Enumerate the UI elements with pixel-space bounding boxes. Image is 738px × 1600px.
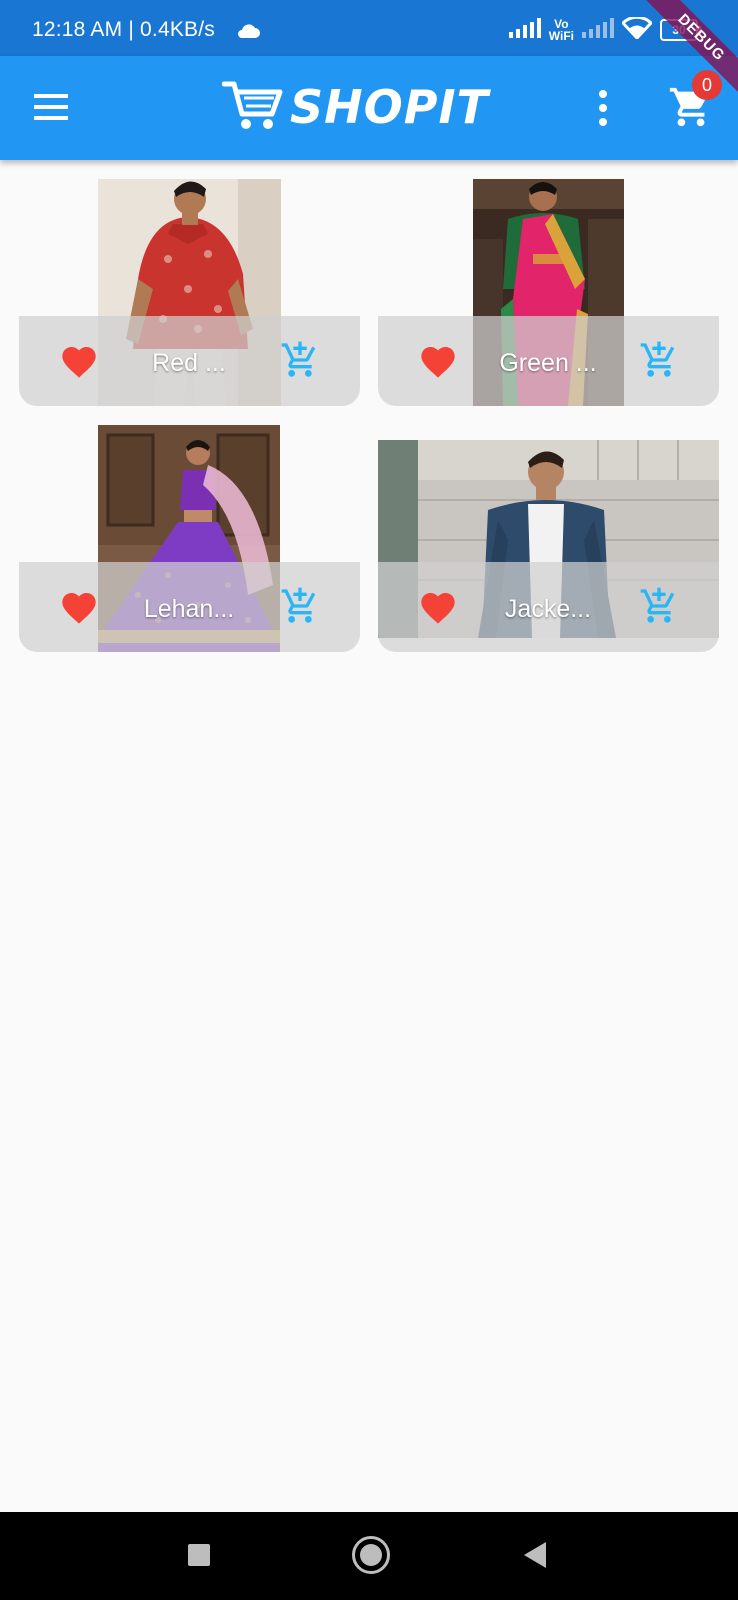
menu-button[interactable]	[34, 92, 70, 124]
add-shopping-cart-icon[interactable]	[639, 586, 679, 626]
more-dot	[599, 118, 607, 126]
more-options-button[interactable]	[594, 88, 612, 128]
product-title: Green ...	[499, 349, 597, 377]
brand: SHOPIT	[221, 74, 489, 140]
status-time: 12:18 AM | 0.4KB/s	[32, 18, 215, 41]
more-dot	[599, 104, 607, 112]
product-card[interactable]: Jacke...	[378, 425, 719, 652]
signal-icon-secondary	[582, 17, 614, 43]
product-title: Jacke...	[504, 595, 592, 623]
heart-icon[interactable]	[59, 588, 99, 628]
menu-icon-line	[34, 116, 68, 120]
product-card[interactable]: Lehan...	[19, 425, 360, 652]
more-dot	[599, 90, 607, 98]
cart-count-badge: 0	[692, 70, 722, 100]
heart-icon[interactable]	[418, 588, 458, 628]
product-card[interactable]: Green ...	[378, 179, 719, 406]
cloud-icon	[236, 24, 260, 43]
vowifi-bottom: WiFi	[548, 29, 574, 43]
status-bar: 12:18 AM | 0.4KB/s Vo WiFi	[0, 0, 738, 56]
add-shopping-cart-icon[interactable]	[639, 340, 679, 380]
app-title: SHOPIT	[290, 80, 489, 134]
brand-cart-icon	[221, 78, 284, 137]
home-button[interactable]	[352, 1536, 390, 1574]
heart-icon[interactable]	[59, 342, 99, 382]
add-shopping-cart-icon[interactable]	[280, 340, 320, 380]
menu-icon-line	[34, 94, 68, 98]
signal-icon	[508, 17, 541, 43]
product-title: Red ...	[152, 349, 226, 377]
add-shopping-cart-icon[interactable]	[280, 586, 320, 626]
wifi-icon	[620, 15, 654, 44]
app-bar: SHOPIT	[0, 56, 738, 160]
heart-icon[interactable]	[418, 342, 458, 382]
product-title: Lehan...	[143, 595, 235, 623]
system-navigation-bar	[0, 1512, 738, 1600]
recents-button[interactable]	[188, 1544, 210, 1566]
vowifi-indicator: Vo WiFi	[549, 18, 574, 42]
product-card[interactable]: Red ...	[19, 179, 360, 406]
menu-icon-line	[34, 105, 68, 109]
back-button[interactable]	[524, 1542, 546, 1568]
